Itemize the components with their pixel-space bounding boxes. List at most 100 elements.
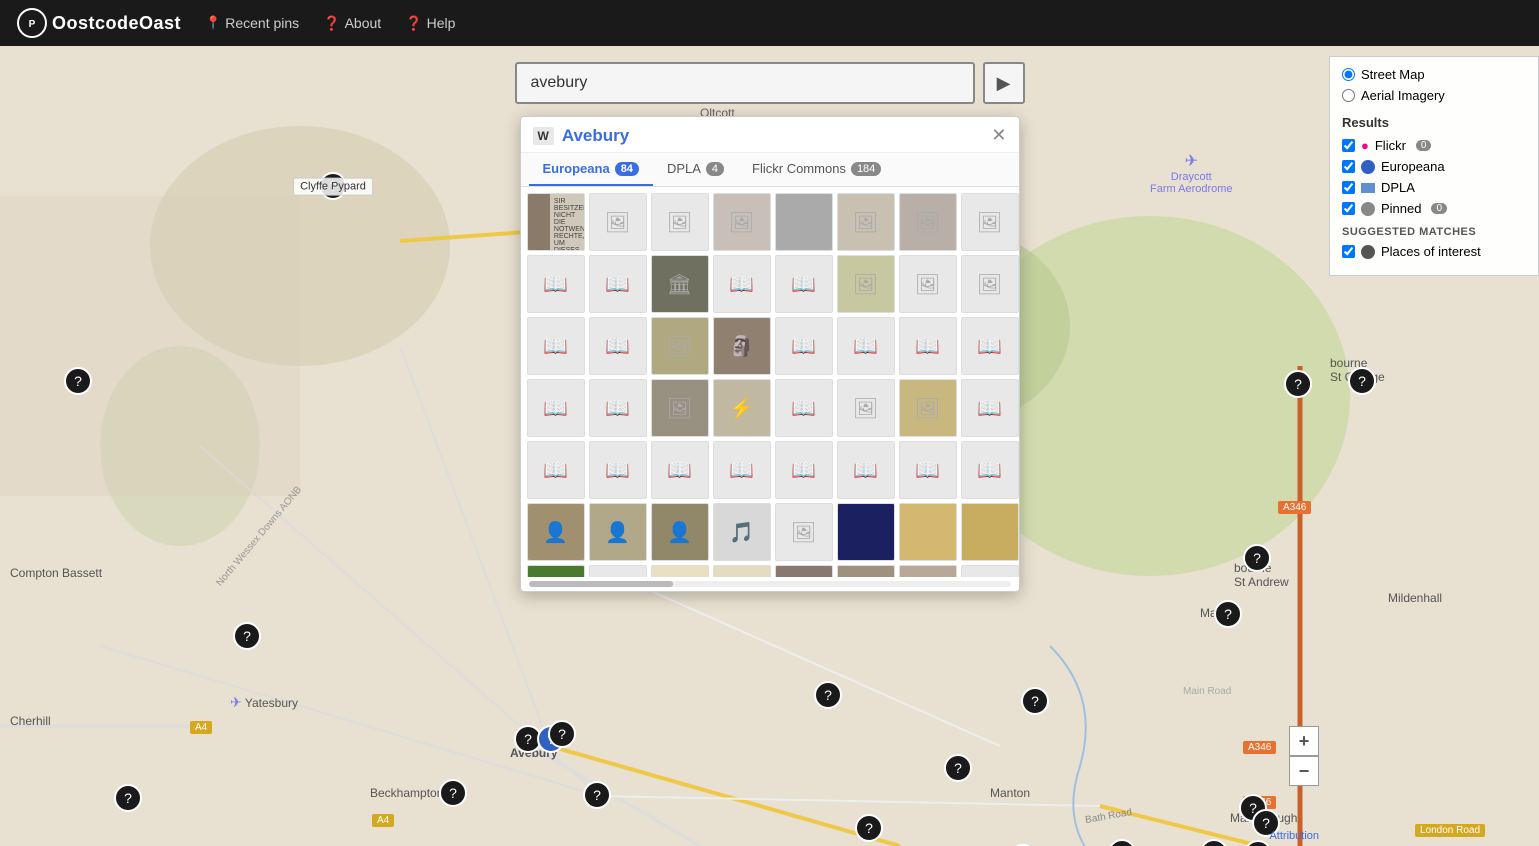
grid-item[interactable]: 📖 bbox=[961, 441, 1019, 499]
grid-item[interactable]: 🖼 bbox=[899, 255, 957, 313]
grid-item[interactable]: 📖 bbox=[899, 441, 957, 499]
grid-item[interactable]: 🏛 bbox=[899, 565, 957, 577]
grid-item[interactable]: 🗿 bbox=[713, 317, 771, 375]
grid-item[interactable]: 📖 bbox=[713, 441, 771, 499]
marker-18[interactable]: ? bbox=[1243, 544, 1271, 572]
grid-item[interactable]: 📖 bbox=[527, 317, 585, 375]
dpla-checkbox[interactable] bbox=[1342, 181, 1355, 194]
grid-item[interactable]: 📖 bbox=[527, 255, 585, 313]
attribution-link[interactable]: Attribution bbox=[1269, 830, 1319, 842]
flickr-checkbox-row[interactable]: ● Flickr 0 bbox=[1342, 138, 1526, 153]
grid-item[interactable]: 📖 bbox=[527, 379, 585, 437]
flickr-checkbox[interactable] bbox=[1342, 139, 1355, 152]
aerial-imagery-option[interactable]: Aerial Imagery bbox=[1342, 88, 1526, 103]
grid-item[interactable]: 📖 bbox=[589, 565, 647, 577]
marker-10[interactable]: ? bbox=[944, 754, 972, 782]
zoom-in-button[interactable]: + bbox=[1289, 726, 1319, 756]
grid-item[interactable]: 📖 bbox=[527, 441, 585, 499]
grid-item[interactable]: 📖 bbox=[837, 317, 895, 375]
grid-item[interactable]: 👤 bbox=[651, 503, 709, 561]
street-map-option[interactable]: Street Map bbox=[1342, 67, 1526, 82]
grid-item[interactable]: 🖼 bbox=[899, 193, 957, 251]
grid-item[interactable]: 🖼 bbox=[837, 255, 895, 313]
grid-item[interactable]: 📖 bbox=[589, 255, 647, 313]
tab-europeana[interactable]: Europeana 84 bbox=[529, 153, 653, 186]
marker-3[interactable]: ? bbox=[233, 622, 261, 650]
pinned-checkbox-row[interactable]: Pinned 0 bbox=[1342, 201, 1526, 216]
grid-item[interactable]: 🖼 bbox=[651, 193, 709, 251]
grid-item[interactable]: 📖 bbox=[589, 317, 647, 375]
grid-item[interactable]: 🟢 bbox=[527, 565, 585, 577]
recent-pins-link[interactable]: 📍 Recent pins bbox=[205, 15, 299, 31]
grid-item[interactable] bbox=[837, 503, 895, 561]
aerial-imagery-label: Aerial Imagery bbox=[1361, 88, 1445, 103]
locate-button[interactable]: ▶ bbox=[983, 62, 1025, 104]
grid-item[interactable]: 📖 bbox=[775, 317, 833, 375]
grid-item[interactable]: ⚡ bbox=[713, 379, 771, 437]
grid-item[interactable]: 📖 bbox=[589, 441, 647, 499]
grid-item[interactable]: 📖 bbox=[775, 441, 833, 499]
grid-item[interactable]: 📄 bbox=[651, 565, 709, 577]
grid-item[interactable]: 👤 bbox=[527, 503, 585, 561]
grid-item[interactable]: 🎵 bbox=[713, 503, 771, 561]
grid-item[interactable]: 🖼 bbox=[837, 565, 895, 577]
grid-item[interactable]: 📖 bbox=[899, 317, 957, 375]
europeana-checkbox[interactable] bbox=[1342, 160, 1355, 173]
grid-item[interactable]: 📖 bbox=[589, 379, 647, 437]
marker-1[interactable]: ? bbox=[64, 367, 92, 395]
aerial-imagery-radio[interactable] bbox=[1342, 89, 1355, 102]
grid-item[interactable]: 🖼 bbox=[961, 193, 1019, 251]
grid-item[interactable]: 🖼 bbox=[837, 379, 895, 437]
grid-item[interactable]: 📖 bbox=[651, 441, 709, 499]
tab-dpla[interactable]: DPLA 4 bbox=[653, 153, 738, 186]
marker-7[interactable]: ? bbox=[114, 784, 142, 812]
app-logo[interactable]: P OostcodeOast bbox=[16, 7, 181, 39]
grid-item[interactable]: 📖 bbox=[713, 255, 771, 313]
marker-9[interactable]: ? bbox=[855, 814, 883, 842]
pinned-checkbox[interactable] bbox=[1342, 202, 1355, 215]
zoom-out-button[interactable]: − bbox=[1289, 756, 1319, 786]
grid-item[interactable]: 🖼 bbox=[651, 379, 709, 437]
grid-item[interactable]: 🖼 bbox=[775, 193, 833, 251]
street-map-radio[interactable] bbox=[1342, 68, 1355, 81]
grid-item[interactable]: 🖼 bbox=[837, 193, 895, 251]
marker-8[interactable]: ? bbox=[814, 681, 842, 709]
grid-item[interactable]: 🖼 bbox=[961, 255, 1019, 313]
grid-item[interactable]: 📖 bbox=[961, 317, 1019, 375]
grid-item[interactable]: 🖼 bbox=[775, 565, 833, 577]
help-link[interactable]: ❓ Help bbox=[405, 15, 455, 32]
grid-item[interactable]: 👤 bbox=[589, 503, 647, 561]
europeana-checkbox-row[interactable]: Europeana bbox=[1342, 159, 1526, 174]
grid-item[interactable]: 🖼 bbox=[899, 379, 957, 437]
result-close-button[interactable]: ✕ bbox=[991, 125, 1006, 146]
pinned-icon bbox=[1361, 202, 1375, 216]
grid-item[interactable]: SIR BESITZEN NICHT DIE NOTWENDIGEN RECHT… bbox=[527, 193, 585, 251]
marker-17[interactable]: ? bbox=[1348, 367, 1376, 395]
grid-item[interactable]: 🖼 bbox=[961, 565, 1019, 577]
about-link[interactable]: ❓ About bbox=[323, 15, 381, 32]
marker-6[interactable]: ? bbox=[439, 779, 467, 807]
search-input[interactable] bbox=[515, 62, 975, 104]
grid-item[interactable]: 📖 bbox=[837, 441, 895, 499]
places-checkbox[interactable] bbox=[1342, 245, 1355, 258]
marker-5[interactable]: ? bbox=[583, 781, 611, 809]
grid-item[interactable]: 🏛 bbox=[651, 255, 709, 313]
grid-item[interactable]: 📖 bbox=[775, 379, 833, 437]
grid-item[interactable]: 🖼 bbox=[651, 317, 709, 375]
result-grid-container[interactable]: SIR BESITZEN NICHT DIE NOTWENDIGEN RECHT… bbox=[521, 187, 1019, 577]
grid-item[interactable]: 📄 bbox=[713, 565, 771, 577]
grid-item[interactable]: 🖼 bbox=[713, 193, 771, 251]
dpla-checkbox-row[interactable]: DPLA bbox=[1342, 180, 1526, 195]
places-checkbox-row[interactable]: Places of interest bbox=[1342, 244, 1526, 259]
marker-11[interactable]: ? bbox=[1021, 687, 1049, 715]
grid-item[interactable] bbox=[899, 503, 957, 561]
grid-item[interactable] bbox=[961, 503, 1019, 561]
marker-avebury3[interactable]: ? bbox=[548, 720, 576, 748]
grid-item[interactable]: 🖼 bbox=[775, 503, 833, 561]
grid-item[interactable]: 🖼 bbox=[589, 193, 647, 251]
tab-flickr[interactable]: Flickr Commons 184 bbox=[738, 153, 895, 186]
grid-item[interactable]: 📖 bbox=[775, 255, 833, 313]
marker-19[interactable]: ? bbox=[1214, 600, 1242, 628]
grid-item[interactable]: 📖 bbox=[961, 379, 1019, 437]
marker-16[interactable]: ? bbox=[1284, 370, 1312, 398]
